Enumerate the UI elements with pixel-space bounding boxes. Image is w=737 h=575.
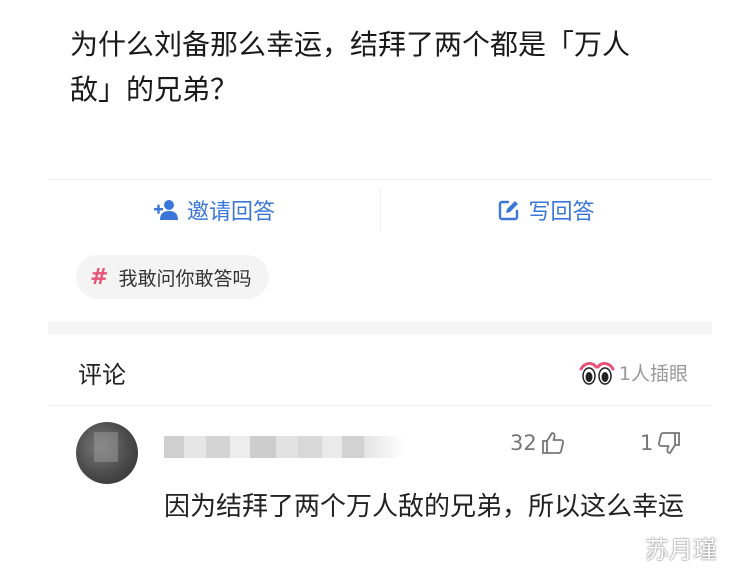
action-bar: 邀请回答 写回答 <box>48 179 712 240</box>
thumbs-down-icon <box>656 430 682 456</box>
write-answer-label: 写回答 <box>528 200 595 225</box>
comments-title: 评论 <box>78 361 126 389</box>
watchers-label: 1人插眼 <box>618 363 688 385</box>
like-button[interactable]: 32 <box>510 430 566 456</box>
invite-answer-label: 邀请回答 <box>186 200 275 225</box>
question-page: 为什么刘备那么幸运，结拜了两个都是「万人敌」的兄弟？ 邀请回答 写回答 # 我敢… <box>48 8 712 575</box>
topic-tag[interactable]: # 我敢问你敢答吗 <box>76 255 270 299</box>
username-blurred[interactable] <box>164 436 404 458</box>
eyes-icon <box>579 361 615 385</box>
invite-answer-button[interactable]: 邀请回答 <box>48 180 380 240</box>
add-person-icon <box>153 199 179 221</box>
comment-item: 32 1 因为结拜了两个万人敌的兄弟，所以这么幸运 <box>48 406 712 575</box>
dislike-button[interactable]: 1 <box>640 430 682 456</box>
watchers-count[interactable]: 1人插眼 <box>579 359 688 386</box>
like-count: 32 <box>510 431 537 455</box>
topic-tag-label: 我敢问你敢答吗 <box>118 267 252 290</box>
thumbs-up-icon <box>540 430 566 456</box>
hash-icon: # <box>90 264 109 290</box>
avatar[interactable] <box>76 422 138 484</box>
comments-header: 评论 1人插眼 <box>48 335 712 406</box>
watermark: 苏月瑾 <box>645 536 717 564</box>
question-title: 为什么刘备那么幸运，结拜了两个都是「万人敌」的兄弟？ <box>70 28 631 106</box>
write-answer-button[interactable]: 写回答 <box>381 180 712 240</box>
dislike-count: 1 <box>640 431 654 455</box>
edit-icon <box>498 199 520 221</box>
section-divider <box>48 321 712 335</box>
comment-text: 因为结拜了两个万人敌的兄弟，所以这么幸运 <box>164 492 685 522</box>
